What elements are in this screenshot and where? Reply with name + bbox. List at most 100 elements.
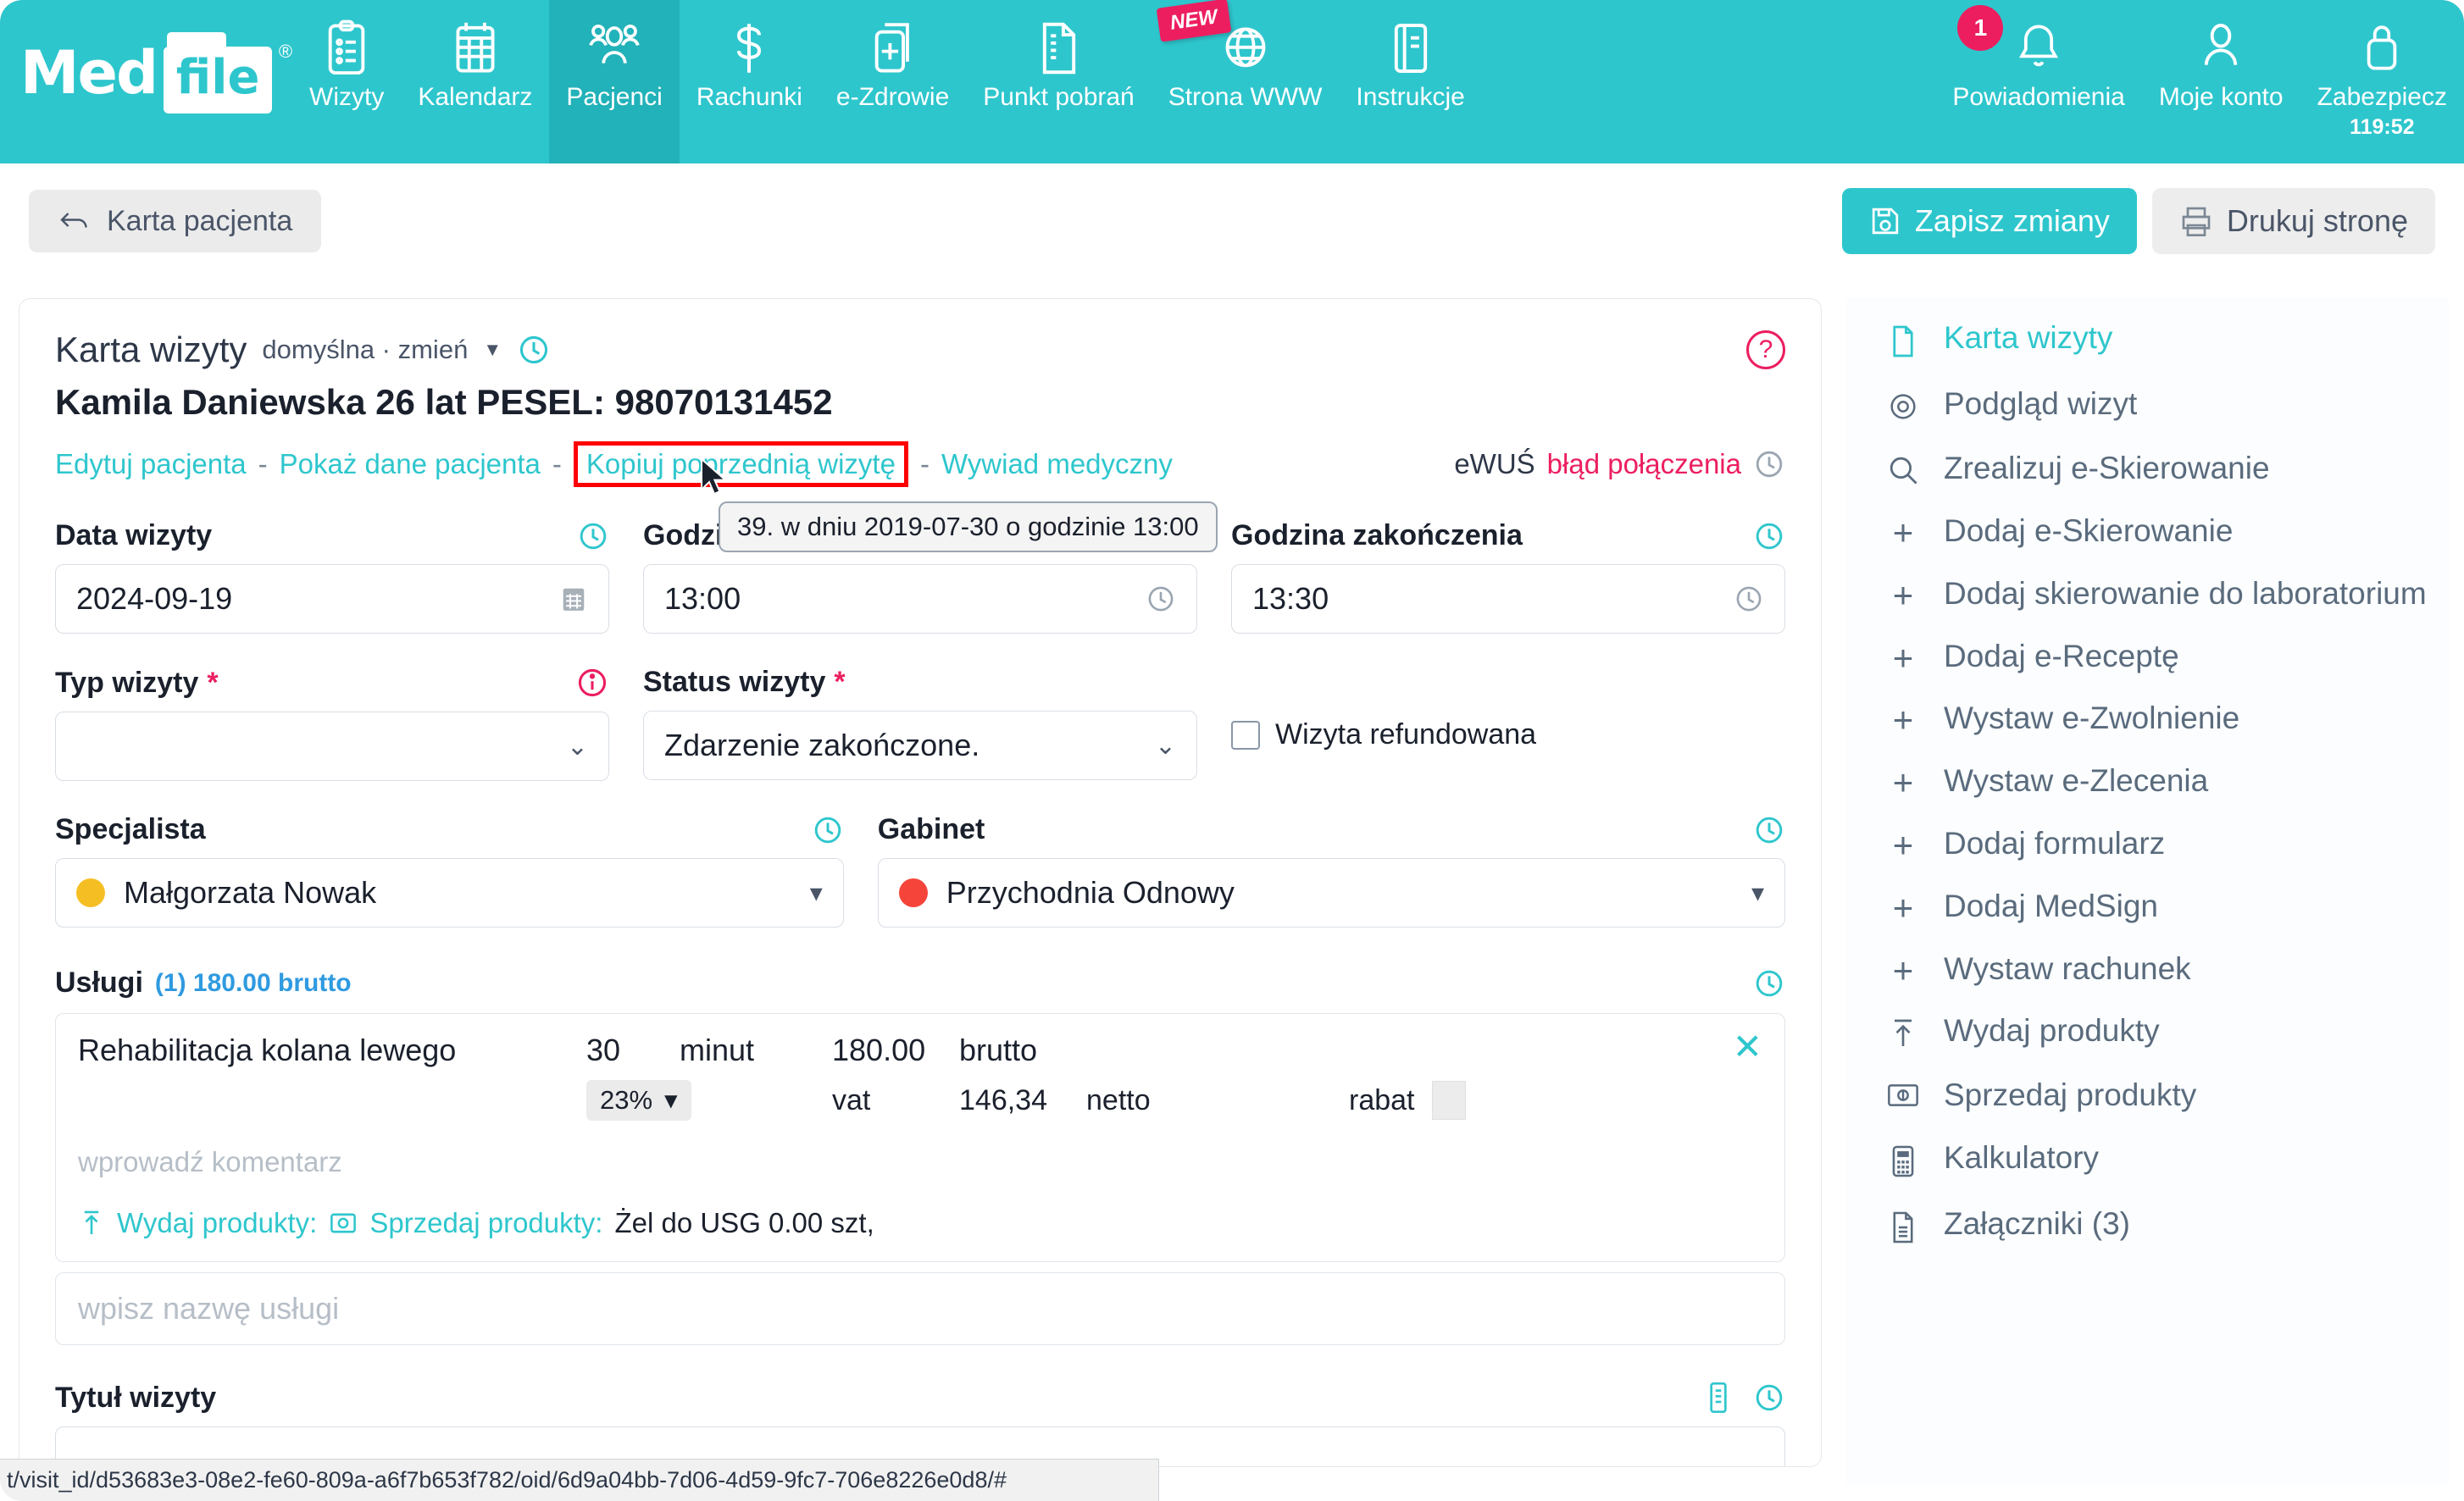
sidebar-item-label: Załączniki (3) (1944, 1205, 2130, 1241)
nav-item-punkt-pobran[interactable]: Punkt pobrań (966, 0, 1151, 163)
specialist-history-clock-icon[interactable] (812, 814, 844, 846)
service-comment-placeholder[interactable]: wprowadź komentarz (78, 1146, 1762, 1178)
sidebar-item-karta-wizyty[interactable]: Karta wizyty (1845, 307, 2449, 373)
visit-type-group: Typ wizyty * ⌄ (55, 666, 609, 781)
remove-service-icon[interactable]: ✕ (1733, 1029, 1762, 1065)
nav-item-zabezpiecz[interactable]: Zabezpiecz 119:52 (2300, 0, 2464, 163)
refunded-visit-checkbox-row[interactable]: Wizyta refundowana (1231, 718, 1785, 751)
issue-products-link[interactable]: Wydaj produkty: (117, 1207, 317, 1239)
sidebar-item-label: Dodaj MedSign (1944, 888, 2158, 923)
sidebar-item-dodaj-e-recepte[interactable]: + Dodaj e-Receptę (1845, 625, 2449, 688)
chevron-down-icon[interactable]: ▼ (483, 339, 502, 361)
template-selector-label[interactable]: domyślna · zmień (262, 335, 468, 365)
history-clock-icon[interactable] (517, 333, 551, 367)
visit-title-label: Tytuł wizyty (55, 1381, 217, 1414)
service-name: Rehabilitacja kolana lewego (78, 1033, 457, 1067)
sidebar-item-dodaj-skierowanie-do-laboratorium[interactable]: + Dodaj skierowanie do laboratorium (1845, 562, 2449, 625)
sidebar-item-zalaczniki[interactable]: Załączniki (3) (1845, 1193, 2449, 1259)
services-history-clock-icon[interactable] (1753, 967, 1785, 1000)
calendar-icon (451, 17, 500, 80)
visit-date-input[interactable]: 2024-09-19 (55, 564, 609, 634)
nav-item-wizyty[interactable]: Wizyty (292, 0, 401, 163)
sidebar-item-dodaj-medsign[interactable]: + Dodaj MedSign (1845, 875, 2449, 938)
sidebar-item-dodaj-e-skierowanie[interactable]: + Dodaj e-Skierowanie (1845, 500, 2449, 562)
medical-interview-link[interactable]: Wywiad medyczny (941, 448, 1173, 480)
nav-item-pacjenci[interactable]: Pacjenci (549, 0, 680, 163)
ewus-status: eWUŚ błąd połączenia (1454, 448, 1785, 480)
show-patient-data-link[interactable]: Pokaż dane pacjenta (280, 448, 541, 480)
end-time-label: Godzina zakończenia (1231, 519, 1523, 551)
edit-patient-link[interactable]: Edytuj pacjenta (55, 448, 247, 480)
visit-status-select[interactable]: Zdarzenie zakończone. ⌄ (643, 711, 1197, 780)
top-navigation-bar: Med file ® Wizyty Kalendarz Pacjenci Rac… (0, 0, 2464, 163)
clock-picker-icon[interactable] (1734, 584, 1764, 614)
info-icon[interactable] (575, 666, 609, 700)
visit-type-select[interactable]: ⌄ (55, 712, 609, 781)
ewus-label: eWUŚ (1454, 448, 1535, 479)
nav-label: Powiadomienia (1952, 83, 2125, 111)
nav-item-moje-konto[interactable]: Moje konto (2142, 0, 2300, 163)
sell-products-link[interactable]: Sprzedaj produkty: (369, 1207, 602, 1239)
sidebar-item-zrealizuj-e-skierowanie[interactable]: Zrealizuj e-Skierowanie (1845, 437, 2449, 500)
ewus-clock-icon[interactable] (1753, 448, 1785, 480)
link-separator: - (552, 448, 562, 479)
office-select[interactable]: Przychodnia Odnowy ▾ (877, 858, 1785, 928)
medical-file-icon (869, 17, 918, 80)
sidebar-item-label: Zrealizuj e-Skierowanie (1944, 451, 2270, 485)
sidebar-item-kalkulatory[interactable]: Kalkulatory (1845, 1127, 2449, 1193)
visit-card: Karta wizyty domyślna · zmień ▼ ? Kamila… (19, 298, 1822, 1467)
save-changes-button[interactable]: Zapisz zmiany (1841, 188, 2137, 254)
copy-previous-visit-link[interactable]: Kopiuj poprzednią wizytę (586, 448, 896, 479)
service-vat-select[interactable]: 23% ▾ (586, 1080, 691, 1121)
back-button-label: Karta pacjenta (107, 204, 293, 237)
brand-logo[interactable]: Med file ® (0, 0, 292, 163)
clock-picker-icon[interactable] (1146, 584, 1176, 614)
book-icon (1388, 17, 1434, 80)
back-to-patient-card-button[interactable]: Karta pacjenta (29, 190, 322, 252)
nav-item-strona-www[interactable]: NEW Strona WWW (1152, 0, 1340, 163)
print-page-button[interactable]: Drukuj stronę (2151, 188, 2435, 254)
nav-item-e-zdrowie[interactable]: e-Zdrowie (819, 0, 966, 163)
plus-icon: + (1892, 887, 1914, 928)
date-history-clock-icon[interactable] (577, 520, 609, 552)
sidebar-item-wystaw-e-zwolnienie[interactable]: + Wystaw e-Zwolnienie (1845, 687, 2449, 750)
office-history-clock-icon[interactable] (1753, 814, 1785, 846)
visit-title-history-clock-icon[interactable] (1753, 1382, 1785, 1414)
nav-item-rachunki[interactable]: Rachunki (680, 0, 819, 163)
page-title: Karta wizyty (55, 330, 247, 369)
sidebar-item-wystaw-e-zlecenia[interactable]: + Wystaw e-Zlecenia (1845, 750, 2449, 812)
required-asterisk: * (207, 666, 219, 699)
arrow-left-icon (58, 208, 92, 234)
service-row: ✕ Rehabilitacja kolana lewego 30 minut 1… (55, 1013, 1785, 1262)
template-document-icon[interactable] (1704, 1381, 1733, 1415)
sidebar-item-label: Karta wizyty (1944, 320, 2113, 355)
sidebar-item-wydaj-produkty[interactable]: Wydaj produkty (1845, 1000, 2449, 1064)
help-icon[interactable]: ? (1746, 330, 1785, 369)
nav-item-kalendarz[interactable]: Kalendarz (401, 0, 549, 163)
file-icon (1884, 320, 1922, 359)
sidebar-item-wystaw-rachunek[interactable]: + Wystaw rachunek (1845, 938, 2449, 1000)
add-service-input[interactable]: wpisz nazwę usługi (55, 1272, 1785, 1345)
nav-item-instrukcje[interactable]: Instrukcje (1339, 0, 1481, 163)
end-time-input[interactable]: 13:30 (1231, 564, 1785, 634)
discount-input[interactable] (1431, 1081, 1466, 1120)
end-history-clock-icon[interactable] (1753, 520, 1785, 552)
specialist-select[interactable]: Małgorzata Nowak ▾ (55, 858, 844, 928)
document-icon (1036, 17, 1082, 80)
visit-title-header: Tytuł wizyty (55, 1381, 1785, 1415)
service-net-amount: 146,34 (959, 1083, 1047, 1116)
start-time-input[interactable]: 13:00 (643, 564, 1197, 634)
status-bar-url: t/visit_id/d53683e3-08e2-fe60-809a-a6f7b… (7, 1467, 1007, 1493)
refunded-visit-checkbox[interactable] (1231, 720, 1260, 750)
service-quantity[interactable]: 30 (586, 1033, 680, 1068)
service-gross-amount[interactable]: 180.00 (832, 1033, 959, 1068)
top-actions-group: Zapisz zmiany Drukuj stronę (1841, 188, 2435, 254)
sidebar-item-dodaj-formularz[interactable]: + Dodaj formularz (1845, 812, 2449, 875)
calendar-picker-icon[interactable] (559, 584, 588, 614)
sidebar-item-label: Podgląd wizyt (1944, 386, 2138, 421)
chevron-down-icon: ⌄ (566, 732, 588, 761)
patient-name-heading: Kamila Daniewska 26 lat PESEL: 980701314… (55, 382, 833, 422)
sidebar-item-podglad-wizyt[interactable]: Podgląd wizyt (1845, 373, 2449, 437)
sidebar-item-sprzedaj-produkty[interactable]: Sprzedaj produkty (1845, 1064, 2449, 1126)
nav-item-powiadomienia[interactable]: 1 Powiadomienia (1935, 0, 2141, 163)
